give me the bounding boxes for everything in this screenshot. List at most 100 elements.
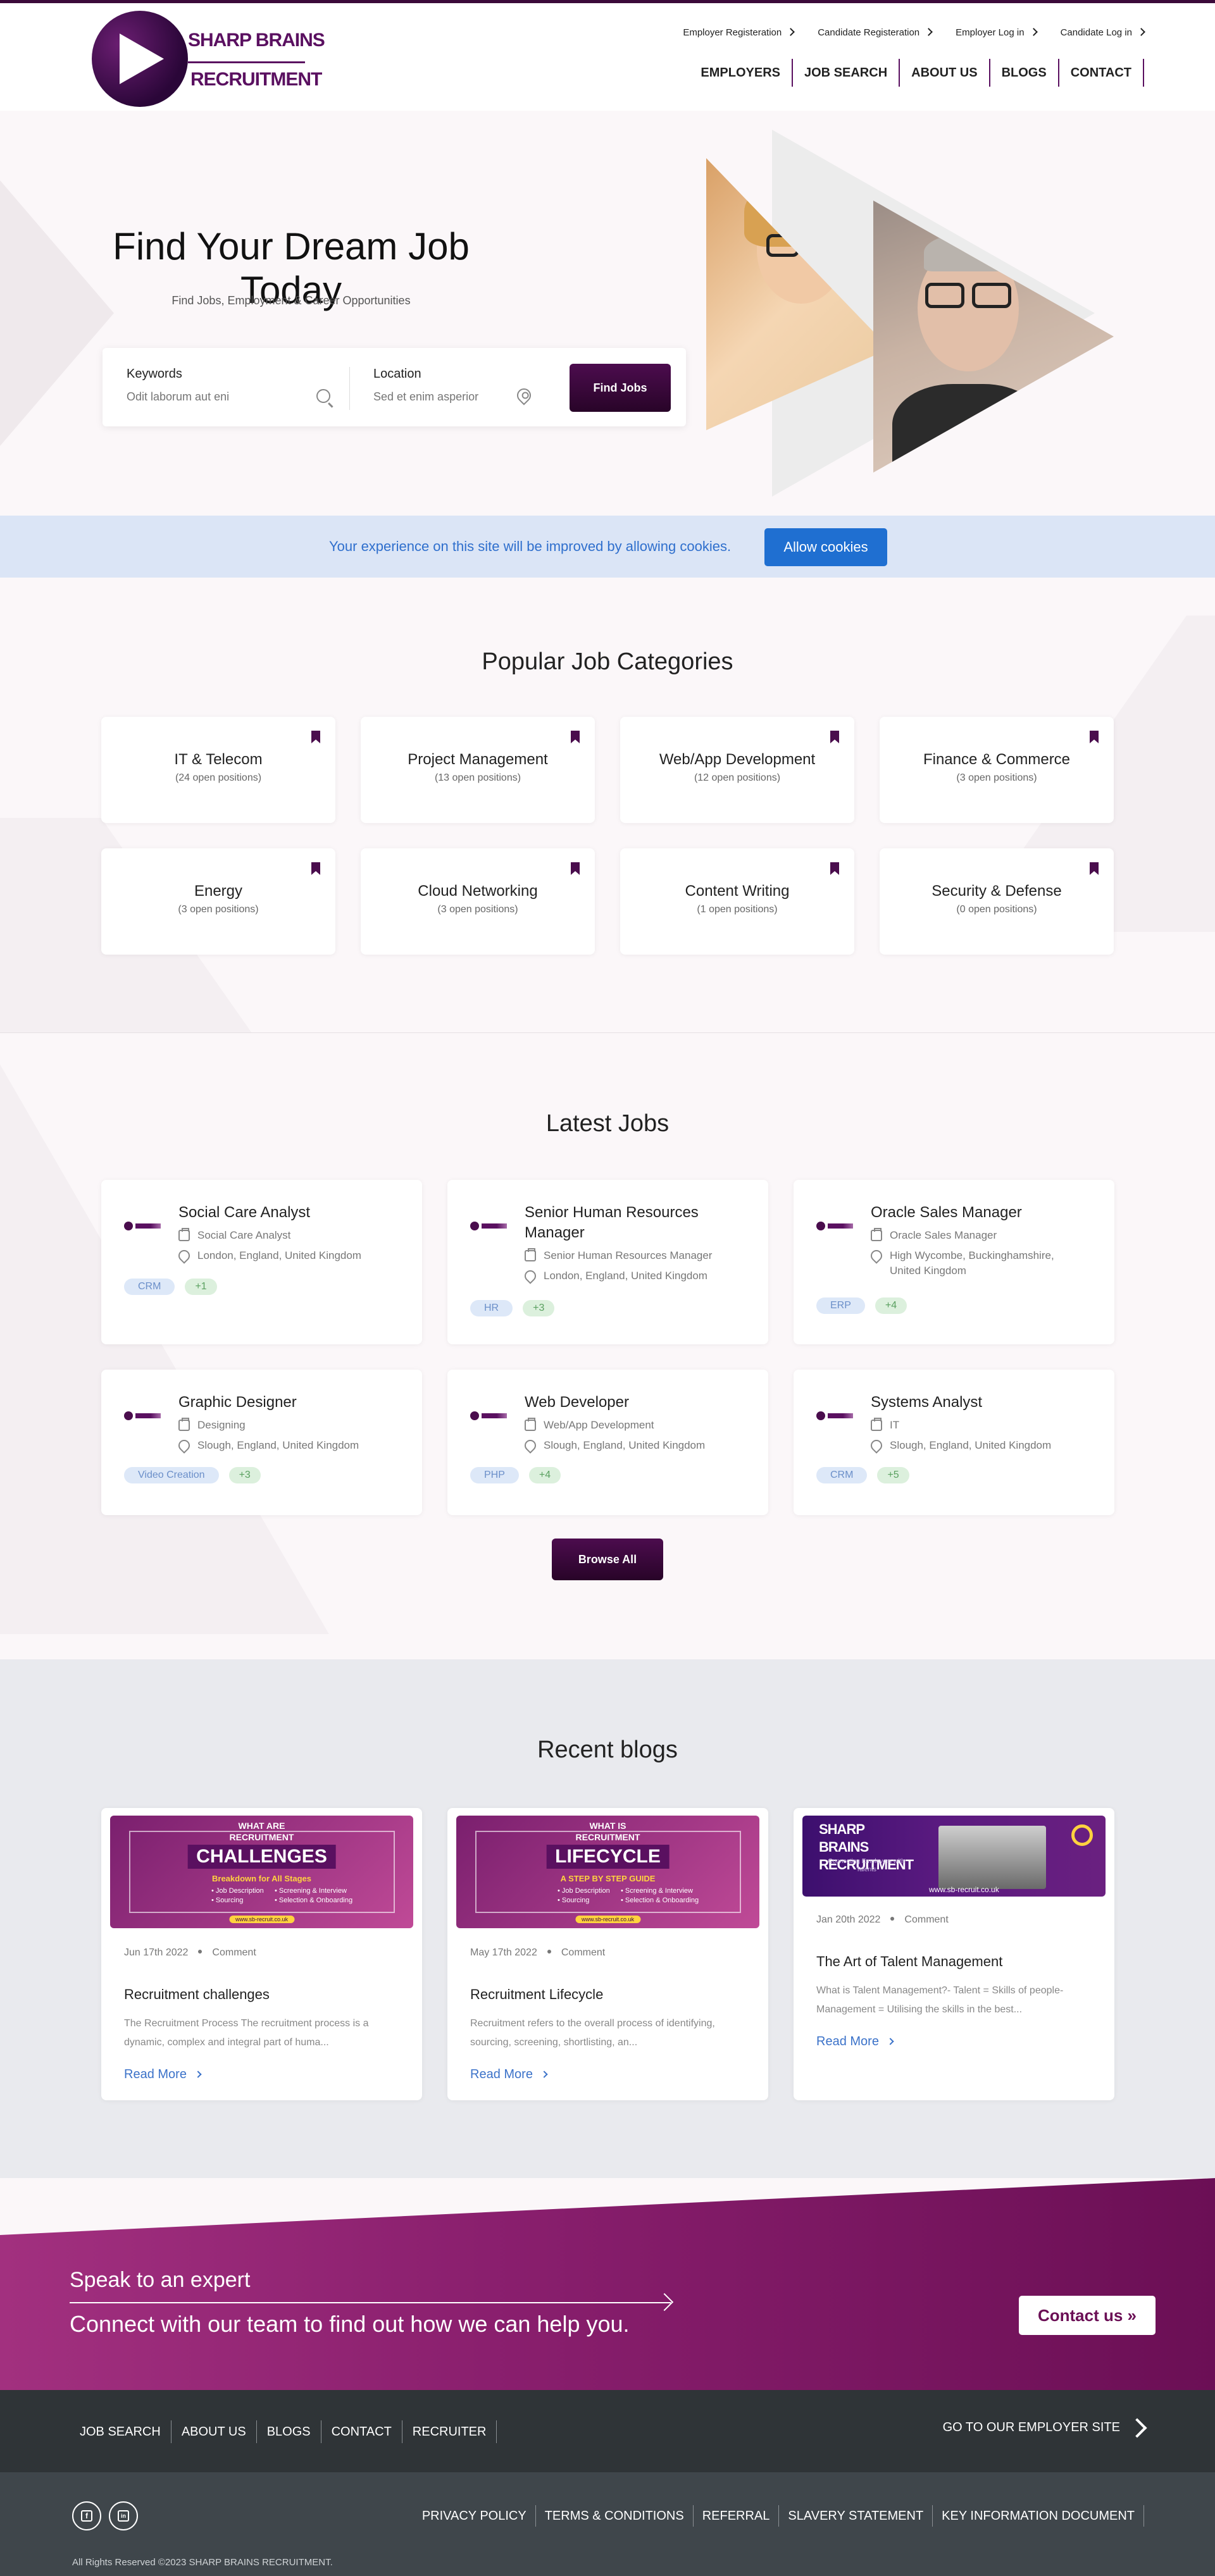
skill-tag[interactable]: Video Creation — [124, 1467, 219, 1483]
job-tags: ERP +4 — [816, 1297, 907, 1314]
blog-image-bullets: • Screening & Interview • Selection & On… — [621, 1887, 699, 1904]
category-card[interactable]: Energy (3 open positions) — [101, 848, 335, 955]
keywords-input[interactable] — [127, 390, 304, 404]
footer-nav-bar: JOB SEARCH ABOUT US BLOGS CONTACT RECRUI… — [0, 2390, 1215, 2472]
category-name: Cloud Networking — [418, 882, 538, 900]
category-count: (1 open positions) — [697, 904, 778, 915]
candidate-registration-link[interactable]: Candidate Registeration — [818, 27, 933, 38]
nav-contact[interactable]: CONTACT — [1059, 59, 1144, 87]
more-tags-badge[interactable]: +3 — [523, 1300, 555, 1316]
company-logo — [470, 1222, 508, 1230]
blog-card[interactable]: WHAT ARE RECRUITMENT CHALLENGES Breakdow… — [101, 1808, 422, 2100]
play-icon — [120, 34, 164, 84]
more-tags-badge[interactable]: +4 — [528, 1467, 561, 1483]
blog-card[interactable]: SHARP BRAINS RECRUITMENT Connecting Empl… — [794, 1808, 1114, 2100]
blog-title[interactable]: The Art of Talent Management — [816, 1954, 1002, 1970]
nav-about-us[interactable]: ABOUT US — [900, 59, 990, 87]
read-more-link[interactable]: Read More — [816, 2034, 894, 2049]
blog-title[interactable]: Recruitment challenges — [124, 1986, 270, 2003]
glasses-shape — [925, 283, 964, 308]
blog-image-title: CHALLENGES — [187, 1845, 336, 1869]
allow-cookies-button[interactable]: Allow cookies — [764, 528, 887, 566]
location-input[interactable] — [373, 390, 494, 404]
job-location-text: London, England, United Kingdom — [197, 1249, 361, 1261]
job-title: Senior Human Resources Manager — [525, 1204, 699, 1241]
category-count: (3 open positions) — [178, 904, 259, 915]
key-information-link[interactable]: KEY INFORMATION DOCUMENT — [933, 2505, 1144, 2527]
skill-tag[interactable]: PHP — [470, 1467, 519, 1483]
briefcase-icon — [178, 1418, 190, 1431]
job-search-box: Keywords Location Find Jobs — [103, 348, 686, 426]
footer-link-job-search[interactable]: JOB SEARCH — [70, 2420, 171, 2443]
nav-job-search[interactable]: JOB SEARCH — [793, 59, 900, 87]
logo-text-line2: RECRUITMENT — [190, 69, 322, 90]
blog-image-heading: WHAT IS — [589, 1821, 626, 1831]
categories-section: Popular Job Categories IT & Telecom (24 o… — [0, 578, 1215, 1033]
logo-mark — [92, 11, 188, 107]
terms-link[interactable]: TERMS & CONDITIONS — [536, 2505, 694, 2527]
contact-us-button[interactable]: Contact us » — [1019, 2296, 1156, 2335]
skill-tag[interactable]: CRM — [124, 1279, 175, 1295]
top-link-label: Candidate Log in — [1060, 27, 1132, 38]
footer-link-recruiter[interactable]: RECRUITER — [402, 2420, 497, 2443]
location-pin-icon — [868, 1248, 885, 1264]
category-card[interactable]: Finance & Commerce (3 open positions) — [880, 717, 1114, 823]
footer-link-about-us[interactable]: ABOUT US — [171, 2420, 257, 2443]
nav-employers[interactable]: EMPLOYERS — [689, 59, 793, 87]
job-category: Senior Human Resources Manager — [525, 1248, 759, 1263]
nav-blogs[interactable]: BLOGS — [990, 59, 1059, 87]
more-tags-badge[interactable]: +3 — [228, 1467, 261, 1483]
read-more-link[interactable]: Read More — [470, 2067, 548, 2082]
more-tags-badge[interactable]: +5 — [877, 1467, 909, 1483]
hero-section: Find Your Dream Job Today Find Jobs, Emp… — [0, 111, 1215, 516]
skill-tag[interactable]: CRM — [816, 1467, 868, 1483]
category-card[interactable]: Web/App Development (12 open positions) — [620, 717, 854, 823]
more-tags-badge[interactable]: +1 — [185, 1279, 217, 1295]
comment-label[interactable]: Comment — [904, 1914, 948, 1925]
read-more-link[interactable]: Read More — [124, 2067, 202, 2082]
blog-card[interactable]: WHAT IS RECRUITMENT LIFECYCLE A STEP BY … — [447, 1808, 768, 2100]
footer-link-contact[interactable]: CONTACT — [321, 2420, 402, 2443]
chevron-right-icon — [787, 28, 795, 36]
category-card[interactable]: IT & Telecom (24 open positions) — [101, 717, 335, 823]
candidate-login-link[interactable]: Candidate Log in — [1060, 27, 1145, 38]
employer-site-link[interactable]: GO TO OUR EMPLOYER SITE — [943, 2417, 1147, 2438]
job-category-text: IT — [890, 1419, 900, 1431]
blog-image-photo — [938, 1826, 1046, 1889]
linkedin-link[interactable]: in — [109, 2501, 138, 2530]
browse-all-button[interactable]: Browse All — [552, 1539, 663, 1580]
copyright: All Rights Reserved ©2023 SHARP BRAINS R… — [72, 2557, 333, 2568]
job-card[interactable]: Web Developer Web/App Development Slough… — [447, 1370, 768, 1515]
footer-link-blogs[interactable]: BLOGS — [257, 2420, 321, 2443]
comment-label[interactable]: Comment — [561, 1947, 605, 1958]
job-card[interactable]: Social Care Analyst Social Care Analyst … — [101, 1180, 422, 1344]
category-card[interactable]: Cloud Networking (3 open positions) — [361, 848, 595, 955]
category-card[interactable]: Project Management (13 open positions) — [361, 717, 595, 823]
category-card[interactable]: Content Writing (1 open positions) — [620, 848, 854, 955]
employer-registration-link[interactable]: Employer Registeration — [683, 27, 795, 38]
job-category-text: Social Care Analyst — [197, 1229, 291, 1241]
hero-subtitle: Find Jobs, Employment & Career Opportuni… — [171, 294, 411, 307]
blog-meta: Jun 17th 2022 Comment — [124, 1947, 256, 1959]
comment-label[interactable]: Comment — [212, 1947, 256, 1958]
skill-tag[interactable]: ERP — [816, 1297, 865, 1314]
job-grid: Social Care Analyst Social Care Analyst … — [101, 1180, 1114, 1515]
category-card[interactable]: Security & Defense (0 open positions) — [880, 848, 1114, 955]
blog-title[interactable]: Recruitment Lifecycle — [470, 1986, 603, 2003]
employer-login-link[interactable]: Employer Log in — [956, 27, 1038, 38]
privacy-policy-link[interactable]: PRIVACY POLICY — [413, 2505, 536, 2527]
job-card[interactable]: Graphic Designer Designing Slough, Engla… — [101, 1370, 422, 1515]
job-card[interactable]: Oracle Sales Manager Oracle Sales Manage… — [794, 1180, 1114, 1344]
slavery-statement-link[interactable]: SLAVERY STATEMENT — [779, 2505, 933, 2527]
blog-image-site: www.sb-recruit.co.uk — [228, 1916, 295, 1923]
find-jobs-button[interactable]: Find Jobs — [570, 364, 671, 412]
more-tags-badge[interactable]: +4 — [875, 1297, 907, 1314]
top-link-label: Candidate Registeration — [818, 27, 920, 38]
facebook-link[interactable]: f — [72, 2501, 101, 2530]
skill-tag[interactable]: HR — [470, 1300, 513, 1316]
job-title: Web Developer — [525, 1394, 629, 1411]
job-card[interactable]: Senior Human Resources Manager Senior Hu… — [447, 1180, 768, 1344]
site-logo[interactable]: SHARP BRAINS RECRUITMENT — [92, 11, 325, 109]
job-card[interactable]: Systems Analyst IT Slough, England, Unit… — [794, 1370, 1114, 1515]
referral-link[interactable]: REFERRAL — [694, 2505, 780, 2527]
